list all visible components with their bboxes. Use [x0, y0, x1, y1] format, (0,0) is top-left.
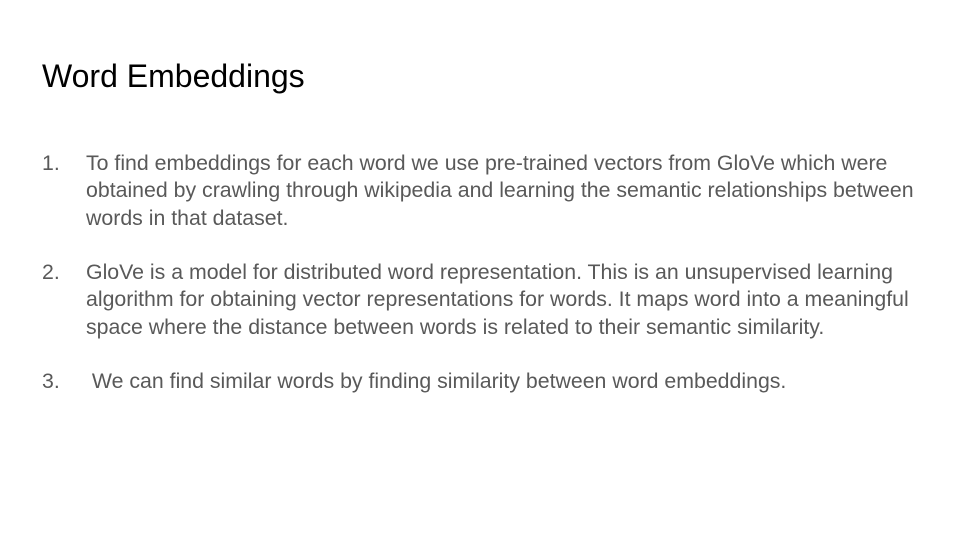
- list-item-text: We can find similar words by finding sim…: [86, 369, 787, 394]
- list-item: 1. To find embeddings for each word we u…: [42, 150, 922, 232]
- list-item: 3. We can find similar words by finding …: [42, 368, 922, 395]
- list-item-number: 3.: [42, 369, 60, 394]
- numbered-list: 1. To find embeddings for each word we u…: [42, 150, 922, 423]
- slide-title: Word Embeddings: [42, 58, 305, 94]
- list-item-text: GloVe is a model for distributed word re…: [86, 260, 909, 339]
- list-item-number: 2.: [42, 260, 60, 285]
- list-item-text: To find embeddings for each word we use …: [86, 151, 914, 230]
- list-item-number: 1.: [42, 151, 60, 175]
- list-item: 2. GloVe is a model for distributed word…: [42, 259, 922, 341]
- slide: Word Embeddings 1. To find embeddings fo…: [0, 0, 960, 540]
